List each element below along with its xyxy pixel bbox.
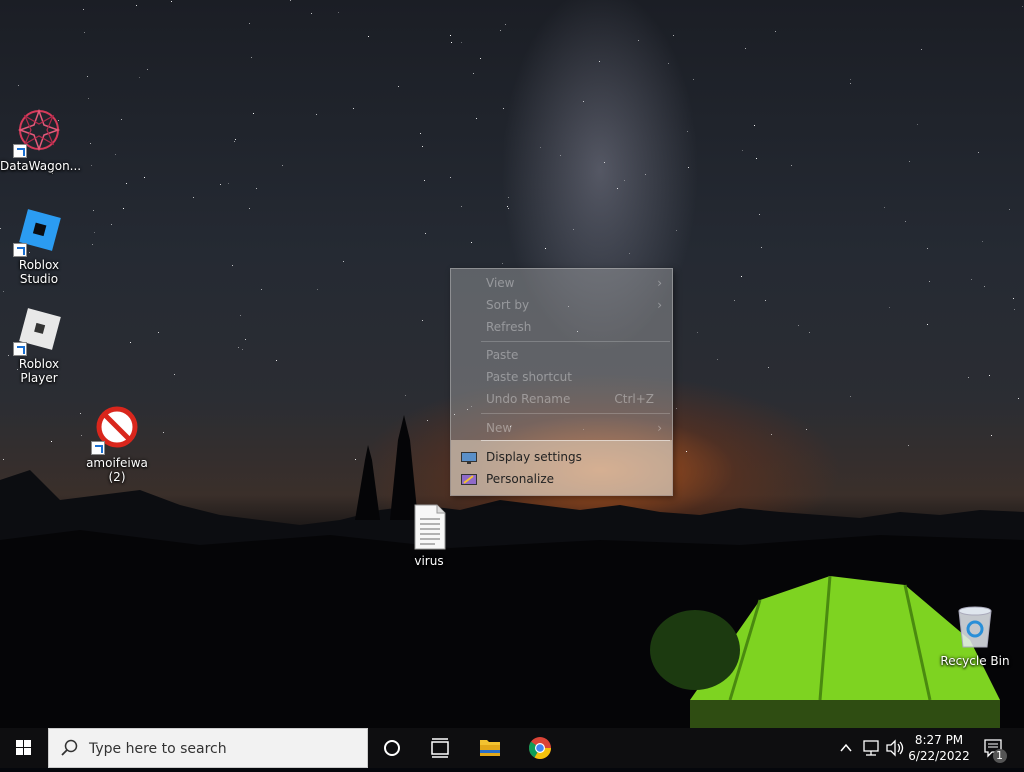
task-view-icon: [431, 738, 449, 758]
text-file-icon: [405, 503, 453, 551]
show-hidden-icons-button[interactable]: [836, 728, 856, 768]
shortcut-arrow-icon: [13, 243, 27, 257]
action-center-button[interactable]: 1: [980, 728, 1020, 768]
menu-item-paste-shortcut: Paste shortcut: [451, 366, 672, 388]
desktop-icon-virus[interactable]: virus: [390, 503, 468, 568]
desktop-icon-label: Recycle Bin: [940, 654, 1010, 668]
taskbar-search-box[interactable]: Type here to search: [48, 728, 368, 768]
menu-item-view: View ›: [451, 272, 672, 294]
datawagon-logo-icon: [13, 108, 63, 158]
desktop-icon-roblox-studio[interactable]: Roblox Studio: [0, 207, 78, 286]
menu-separator: [481, 440, 670, 441]
menu-item-refresh: Refresh: [451, 316, 672, 338]
personalize-icon: [461, 472, 477, 485]
chevron-right-icon: ›: [657, 276, 662, 290]
notification-count-badge: 1: [996, 749, 1003, 762]
clock-date: 6/22/2022: [908, 749, 970, 763]
desktop-icon-label: Roblox Studio: [18, 258, 60, 286]
chevron-right-icon: ›: [657, 421, 662, 435]
menu-separator: [481, 341, 670, 342]
clock-time: 8:27 PM: [914, 733, 964, 747]
desktop-icon-label: Roblox Player: [18, 357, 60, 385]
desktop-icon-amoifeiwa[interactable]: amoifeiwa (2): [78, 405, 156, 484]
chevron-up-icon: [840, 743, 852, 752]
desktop-icon-recycle-bin[interactable]: Recycle Bin: [936, 603, 1014, 668]
shortcut-arrow-icon: [91, 441, 105, 455]
desktop-icon-roblox-player[interactable]: Roblox Player: [0, 306, 78, 385]
menu-item-label: Undo Rename: [486, 392, 571, 406]
folder-icon: [480, 740, 500, 756]
menu-item-shortcut: Ctrl+Z: [614, 392, 654, 406]
start-button[interactable]: [0, 728, 48, 768]
search-icon: [61, 739, 78, 756]
menu-item-undo-rename: Undo Rename Ctrl+Z: [451, 388, 672, 410]
menu-item-label: Personalize: [486, 472, 555, 486]
menu-item-label: Refresh: [486, 320, 532, 334]
menu-separator: [481, 413, 670, 414]
windows-logo-icon: [16, 740, 31, 755]
display-icon: [461, 450, 477, 464]
cortana-button[interactable]: [368, 728, 416, 768]
desktop-icon-label: amoifeiwa (2): [86, 456, 148, 484]
menu-item-sort-by: Sort by ›: [451, 294, 672, 316]
file-explorer-button[interactable]: [466, 728, 514, 768]
menu-item-label: Display settings: [486, 450, 582, 464]
network-tray-button[interactable]: [860, 728, 884, 768]
roblox-studio-logo-icon: [13, 207, 63, 257]
desktop-icon-label: virus: [414, 554, 444, 568]
roblox-player-logo-icon: [13, 306, 63, 356]
taskbar: Type here to search 8:27 PM 6/22/2022 1: [0, 728, 1024, 768]
task-view-button[interactable]: [416, 728, 464, 768]
menu-item-display-settings[interactable]: Display settings: [451, 446, 672, 468]
shortcut-arrow-icon: [13, 144, 27, 158]
recycle-bin-icon: [951, 603, 999, 651]
menu-item-label: Sort by: [486, 298, 530, 312]
notification-icon: [984, 739, 1007, 763]
taskbar-clock[interactable]: 8:27 PM 6/22/2022: [900, 732, 978, 764]
menu-item-personalize[interactable]: Personalize: [451, 468, 672, 490]
chrome-icon: [528, 737, 551, 759]
desktop-context-menu: View › Sort by › Refresh Paste Paste sho…: [450, 268, 673, 496]
menu-item-label: New: [486, 421, 513, 435]
desktop-icon-datawagon[interactable]: DataWagon...: [0, 108, 82, 173]
desktop-icon-label: DataWagon...: [0, 159, 82, 173]
menu-item-label: View: [486, 276, 515, 290]
network-icon: [863, 740, 879, 756]
search-placeholder: Type here to search: [89, 741, 227, 757]
shortcut-arrow-icon: [13, 342, 27, 356]
cortana-circle-icon: [384, 740, 400, 756]
menu-item-new: New ›: [451, 417, 672, 439]
menu-item-paste: Paste: [451, 344, 672, 366]
menu-item-label: Paste shortcut: [486, 370, 572, 384]
prohibited-icon: [91, 405, 141, 455]
chevron-right-icon: ›: [657, 298, 662, 312]
chrome-button[interactable]: [516, 728, 564, 768]
menu-item-label: Paste: [486, 348, 519, 362]
